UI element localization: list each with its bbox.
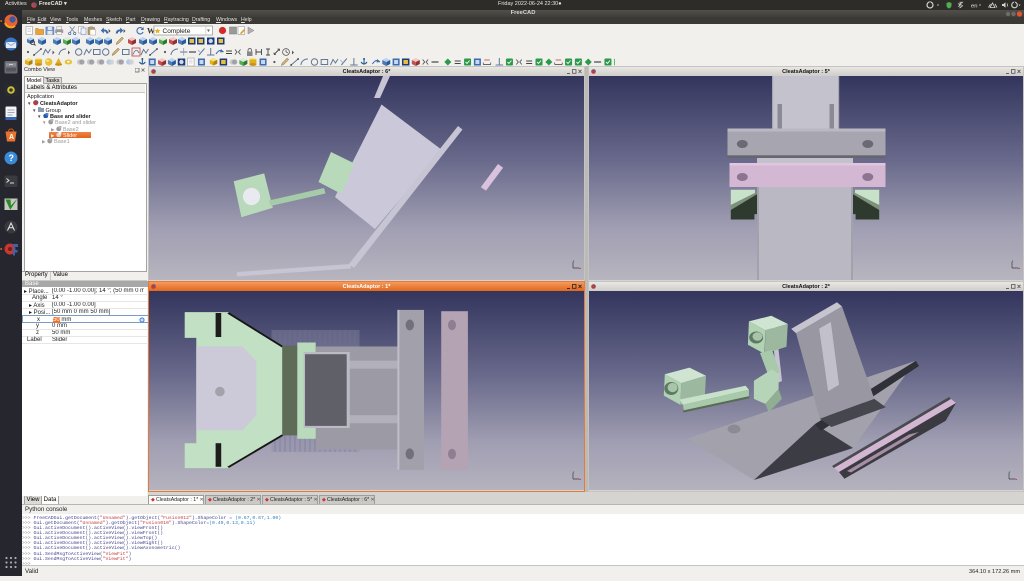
svg-text:?: ? <box>9 153 15 163</box>
svg-text:A: A <box>9 134 14 141</box>
svg-text:en: en <box>971 3 977 9</box>
svg-text:Complete: Complete <box>163 28 191 35</box>
